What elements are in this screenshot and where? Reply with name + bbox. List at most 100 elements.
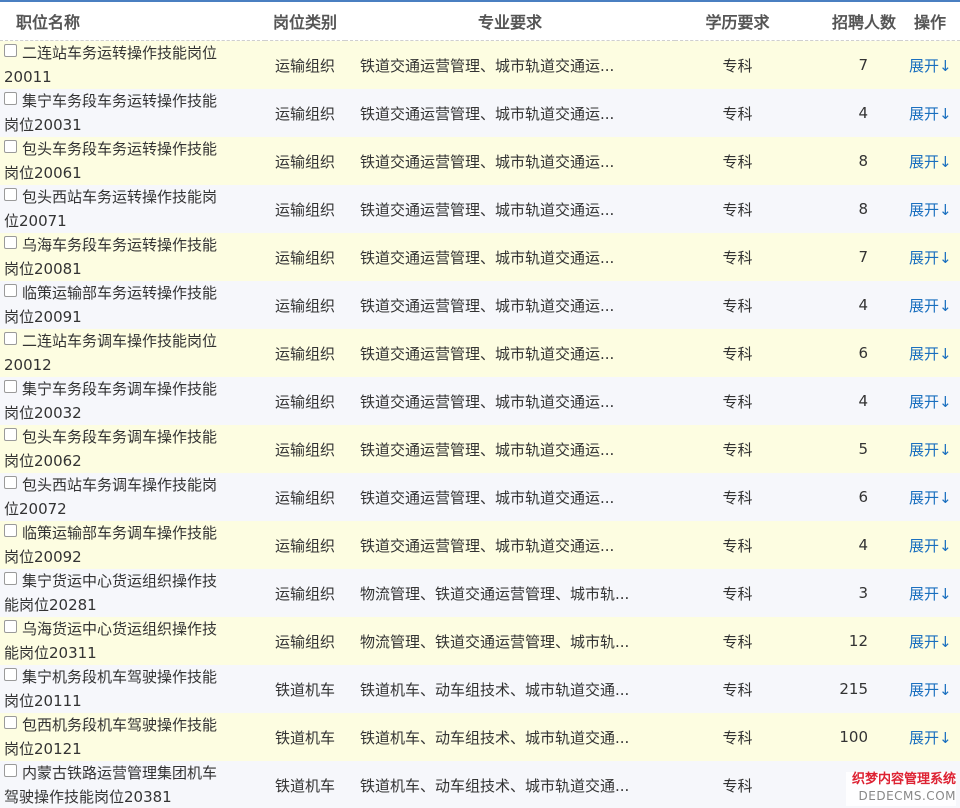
table-row: 二连站车务运转操作技能岗位 20011 运输组织 铁道交通运营管理、城市轨道交通运..… [0, 40, 960, 89]
row-checkbox[interactable] [4, 716, 17, 729]
education-cell: 专科 [675, 665, 800, 713]
row-checkbox[interactable] [4, 44, 17, 57]
position-name-line1: 包头车务段车务运转操作技能 [22, 140, 218, 158]
column-header-type[interactable]: 岗位类别 [265, 2, 345, 41]
position-name-cell: 乌海车务段车务运转操作技能岗位20081 [0, 233, 265, 281]
position-name-cell: 包头车务段车务调车操作技能 岗位20062 [0, 425, 265, 473]
expand-link[interactable]: 展开↓ [900, 665, 960, 713]
table-row: 临策运输部车务调车操作技能 岗位20092 运输组织 铁道交通运营管理、城市轨道交通运… [0, 521, 960, 569]
major-cell: 铁道交通运营管理、城市轨道交通运... [345, 473, 675, 521]
row-checkbox[interactable] [4, 668, 17, 681]
expand-link[interactable]: 展开↓ [900, 329, 960, 377]
expand-link[interactable]: 展开↓ [900, 377, 960, 425]
education-cell: 专科 [675, 473, 800, 521]
major-cell: 铁道交通运营管理、城市轨道交通运... [345, 425, 675, 473]
position-name-cell: 包头西站车务运转操作技能岗 位20071 [0, 185, 265, 233]
expand-link[interactable]: 展开↓ [900, 569, 960, 617]
position-name-line1: 集宁车务段车务运转操作技能 [22, 92, 218, 110]
position-name-line2: 岗位20031 [4, 116, 82, 134]
category-cell: 运输组织 [265, 377, 345, 425]
table-row: 包头车务段车务调车操作技能 岗位20062 运输组织 铁道交通运营管理、城市轨道交通运… [0, 425, 960, 473]
category-cell: 运输组织 [265, 40, 345, 89]
position-name-line2: 位20071 [4, 212, 67, 230]
row-checkbox[interactable] [4, 572, 17, 585]
headcount-cell: 4 [800, 281, 900, 329]
position-name-cell: 集宁货运中心货运组织操作技 能岗位20281 [0, 569, 265, 617]
expand-link[interactable]: 展开↓ [900, 521, 960, 569]
education-cell: 专科 [675, 425, 800, 473]
table-row: 乌海货运中心货运组织操作技 能岗位20311 运输组织 物流管理、铁道交通运营管理、城… [0, 617, 960, 665]
position-name-line2: 岗位20091 [4, 308, 82, 326]
major-cell: 铁道交通运营管理、城市轨道交通运... [345, 89, 675, 137]
category-cell: 运输组织 [265, 521, 345, 569]
row-checkbox[interactable] [4, 236, 17, 249]
position-name-line2: 位20072 [4, 500, 67, 518]
headcount-cell: 4 [800, 521, 900, 569]
expand-link[interactable]: 展开↓ [900, 713, 960, 761]
position-name-cell: 包头西站车务调车操作技能岗位20072 [0, 473, 265, 521]
position-name-line1: 内蒙古铁路运营管理集团机车 [22, 764, 218, 782]
major-cell: 物流管理、铁道交通运营管理、城市轨... [345, 569, 675, 617]
column-header-name[interactable]: 职位名称 [0, 2, 265, 41]
row-checkbox[interactable] [4, 380, 17, 393]
row-checkbox[interactable] [4, 140, 17, 153]
expand-link[interactable]: 展开↓ [900, 473, 960, 521]
headcount-cell: 4 [800, 89, 900, 137]
headcount-cell: 12 [800, 617, 900, 665]
education-cell: 专科 [675, 713, 800, 761]
major-cell: 铁道交通运营管理、城市轨道交通运... [345, 233, 675, 281]
category-cell: 运输组织 [265, 185, 345, 233]
education-cell: 专科 [675, 185, 800, 233]
row-checkbox[interactable] [4, 428, 17, 441]
position-name-line2: 能岗位20311 [4, 644, 97, 662]
position-name-cell: 包西机务段机车驾驶操作技能 岗位20121 [0, 713, 265, 761]
category-cell: 铁道机车 [265, 761, 345, 808]
column-header-edu[interactable]: 学历要求 [675, 2, 800, 41]
position-name-line1: 集宁车务段车务调车操作技能 [22, 380, 218, 398]
row-checkbox[interactable] [4, 524, 17, 537]
row-checkbox[interactable] [4, 332, 17, 345]
row-checkbox[interactable] [4, 476, 17, 489]
row-checkbox[interactable] [4, 284, 17, 297]
position-name-line1: 乌海货运中心货运组织操作技 [22, 620, 218, 638]
table-row: 集宁车务段车务运转操作技能 岗位20031 运输组织 铁道交通运营管理、城市轨道交通运… [0, 89, 960, 137]
major-cell: 铁道机车、动车组技术、城市轨道交通... [345, 761, 675, 808]
row-checkbox[interactable] [4, 188, 17, 201]
row-checkbox[interactable] [4, 92, 17, 105]
position-name-line2: 20012 [4, 356, 52, 374]
position-name-cell: 二连站车务运转操作技能岗位 20011 [0, 40, 265, 89]
position-name-line1: 乌海车务段车务运转操作技能 [22, 236, 218, 254]
position-name-line2: 岗位20111 [4, 692, 82, 710]
column-header-major[interactable]: 专业要求 [345, 2, 675, 41]
expand-link[interactable]: 展开↓ [900, 185, 960, 233]
table-row: 临策运输部车务运转操作技能 岗位20091 运输组织 铁道交通运营管理、城市轨道交通运… [0, 281, 960, 329]
watermark-domain: DEDECMS.COM [858, 789, 956, 803]
position-name-line1: 包头西站车务调车操作技能岗 [22, 476, 218, 494]
column-header-op: 操作 [900, 2, 960, 41]
education-cell: 专科 [675, 281, 800, 329]
education-cell: 专科 [675, 329, 800, 377]
position-name-line1: 临策运输部车务运转操作技能 [22, 284, 218, 302]
position-name-line1: 包头车务段车务调车操作技能 [22, 428, 218, 446]
position-name-line2: 能岗位20281 [4, 596, 97, 614]
column-header-num[interactable]: 招聘人数 [800, 2, 900, 41]
expand-link[interactable]: 展开↓ [900, 89, 960, 137]
position-name-line1: 二连站车务调车操作技能岗位 [22, 332, 218, 350]
headcount-cell: 5 [800, 425, 900, 473]
position-name-cell: 临策运输部车务运转操作技能岗位20091 [0, 281, 265, 329]
expand-link[interactable]: 展开↓ [900, 137, 960, 185]
expand-link[interactable]: 展开↓ [900, 40, 960, 89]
position-name-line1: 包西机务段机车驾驶操作技能 [22, 716, 218, 734]
position-name-line2: 岗位20081 [4, 260, 82, 278]
expand-link[interactable]: 展开↓ [900, 425, 960, 473]
expand-link[interactable]: 展开↓ [900, 233, 960, 281]
table-row: 乌海车务段车务运转操作技能 岗位20081 运输组织 铁道交通运营管理、城市轨道交通运… [0, 233, 960, 281]
position-name-cell: 包头车务段车务运转操作技能 岗位20061 [0, 137, 265, 185]
expand-link[interactable]: 展开↓ [900, 617, 960, 665]
expand-link[interactable]: 展开↓ [900, 281, 960, 329]
row-checkbox[interactable] [4, 620, 17, 633]
major-cell: 铁道交通运营管理、城市轨道交通运... [345, 185, 675, 233]
headcount-cell: 7 [800, 40, 900, 89]
table-row: 集宁货运中心货运组织操作技 能岗位20281 运输组织 物流管理、铁道交通运营管理、城… [0, 569, 960, 617]
row-checkbox[interactable] [4, 764, 17, 777]
